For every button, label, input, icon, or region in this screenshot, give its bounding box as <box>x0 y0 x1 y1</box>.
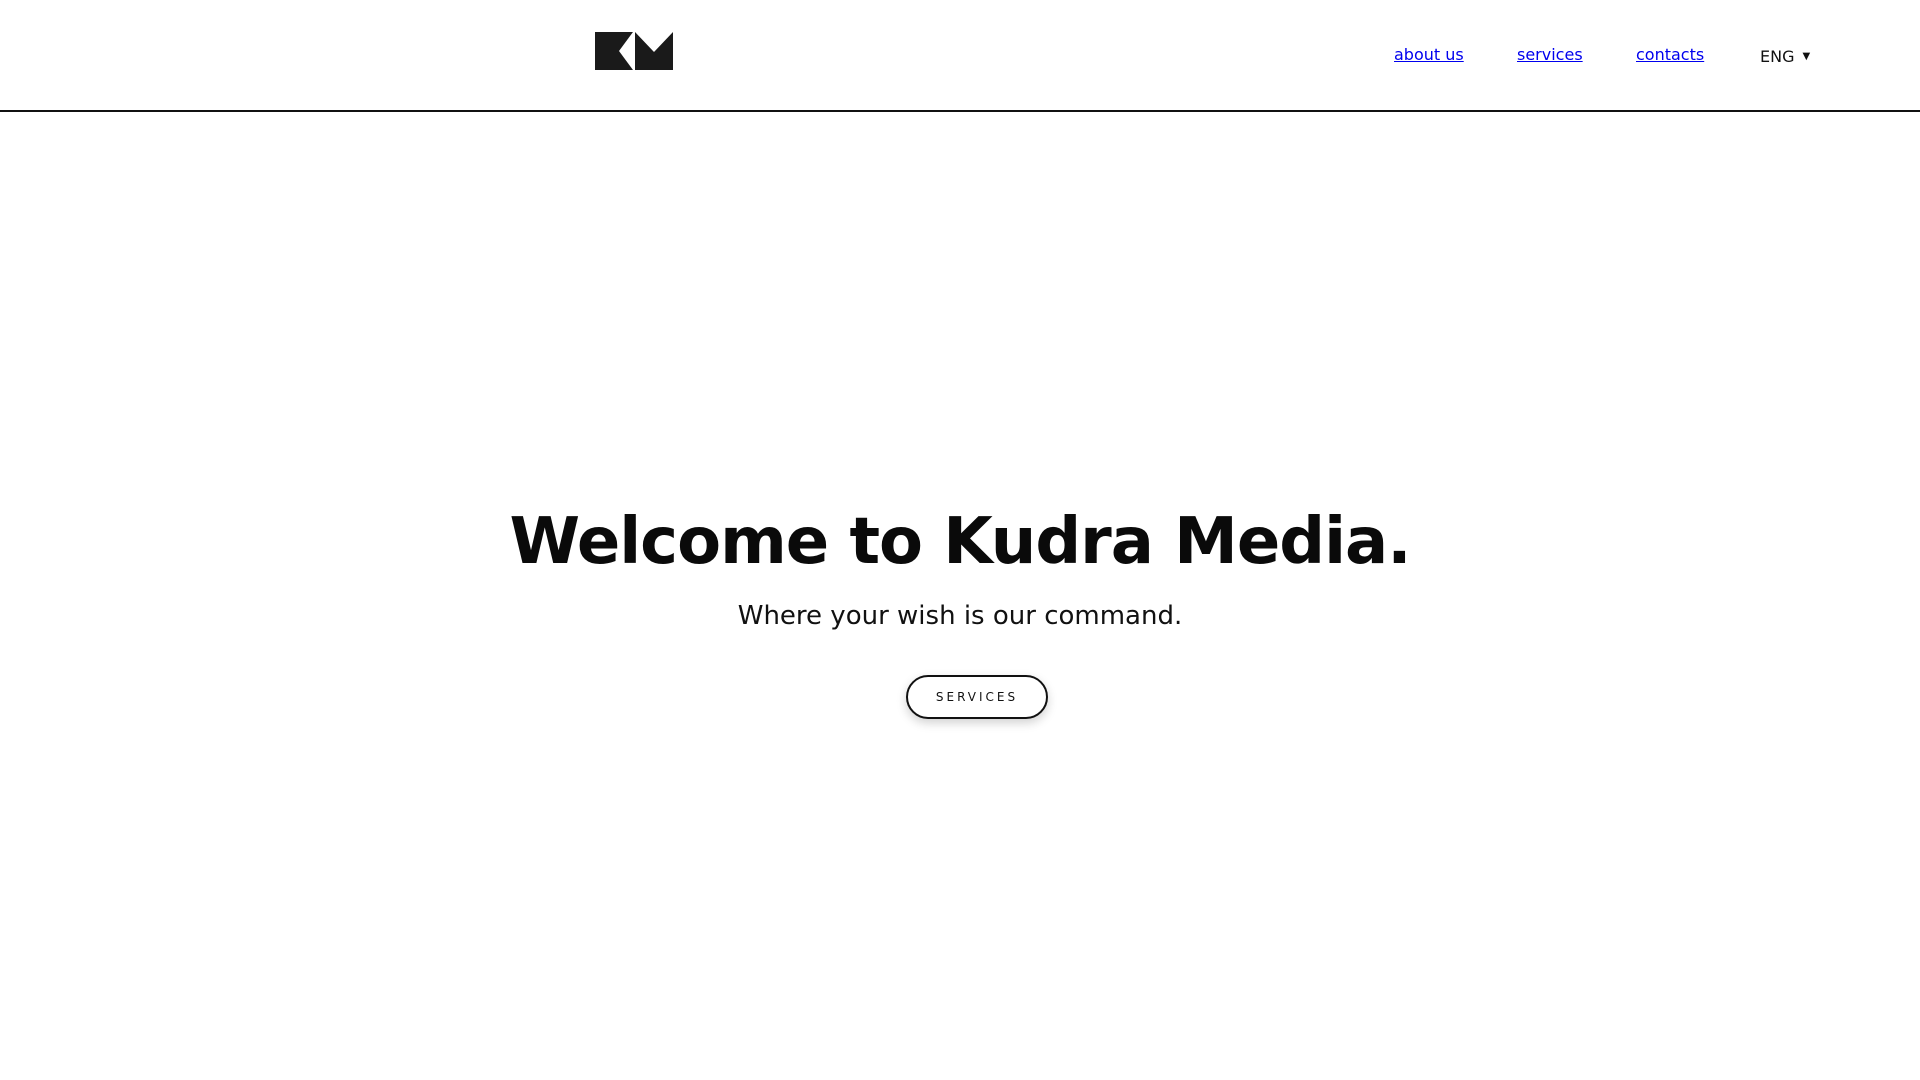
site-header: about us services contacts ENG ▼ <box>0 0 1920 112</box>
services-button[interactable]: SERVICES <box>906 675 1048 719</box>
nav-link-contacts[interactable]: contacts <box>1636 45 1704 64</box>
caret-down-icon: ▼ <box>1802 51 1811 62</box>
km-logo-icon[interactable] <box>595 32 673 74</box>
language-label: ENG <box>1760 47 1795 66</box>
language-selector[interactable]: ENG ▼ <box>1760 45 1810 69</box>
page: about us services contacts ENG ▼ Welcome… <box>0 0 1920 1080</box>
nav-link-about-us[interactable]: about us <box>1394 45 1464 64</box>
nav-link-services[interactable]: services <box>1517 45 1583 64</box>
hero-subtitle: Where your wish is our command. <box>737 601 1183 631</box>
hero-title: Welcome to Kudra Media. <box>509 505 1412 579</box>
